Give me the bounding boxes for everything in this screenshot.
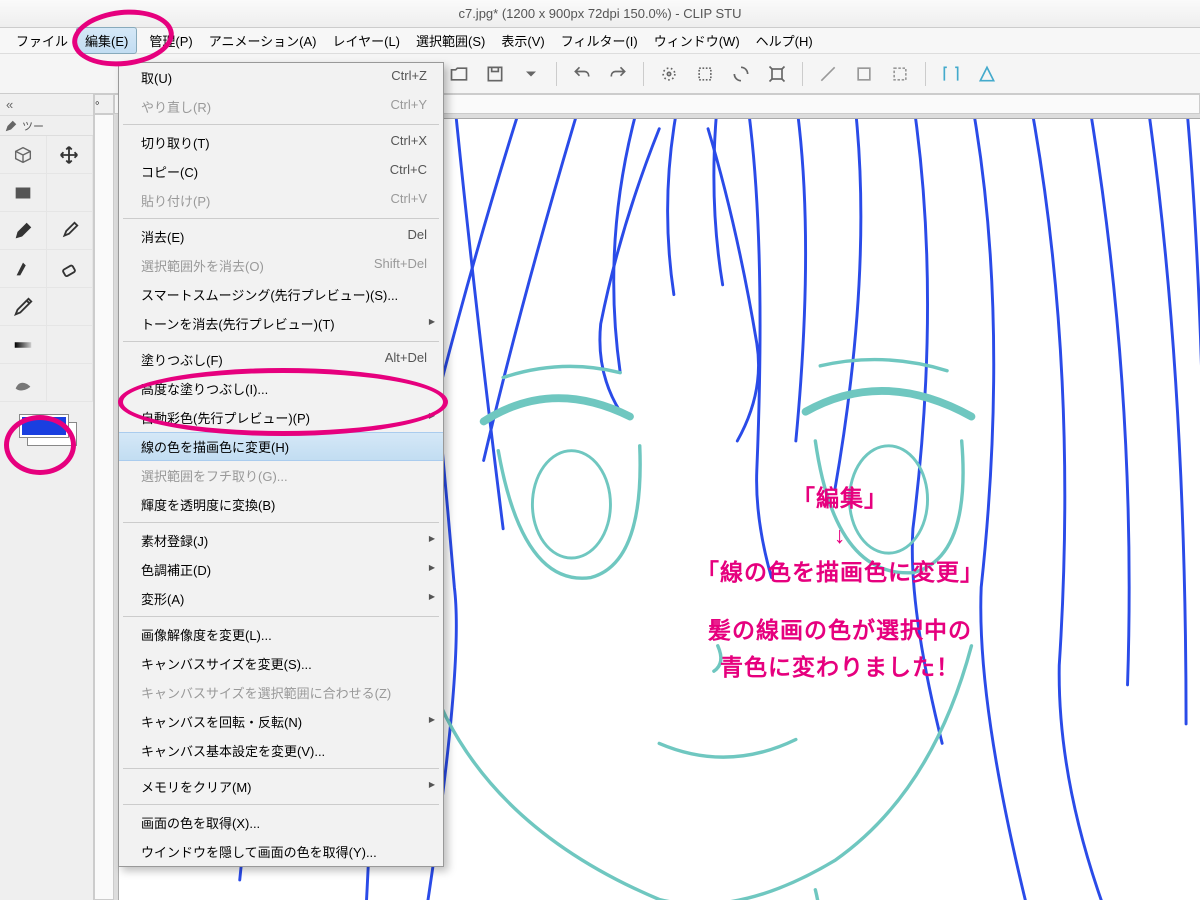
menu-paste[interactable]: 貼り付け(P)Ctrl+V xyxy=(119,186,443,215)
menu-rotate-flip[interactable]: キャンバスを回転・反転(N) xyxy=(119,707,443,736)
tool-icon-7[interactable] xyxy=(883,59,917,89)
menu-manage[interactable]: 管理(P) xyxy=(141,28,200,53)
tool-icon-4[interactable] xyxy=(760,59,794,89)
pen-icon xyxy=(4,119,18,133)
menu-hide-get-color[interactable]: ウインドウを隠して画面の色を取得(Y)... xyxy=(119,837,443,866)
tool-icon-6[interactable] xyxy=(847,59,881,89)
open-button[interactable] xyxy=(442,59,476,89)
tool-eraser[interactable] xyxy=(47,250,94,288)
panel-collapse[interactable]: « xyxy=(0,94,93,116)
menu-clear-outside[interactable]: 選択範囲外を消去(O)Shift+Del xyxy=(119,251,443,280)
menu-transform[interactable]: 変形(A) xyxy=(119,584,443,613)
menu-auto-color[interactable]: 自動彩色(先行プレビュー)(P) xyxy=(119,403,443,432)
redo-button[interactable] xyxy=(601,59,635,89)
tool-cube[interactable] xyxy=(0,136,47,174)
menu-change-line-color[interactable]: 線の色を描画色に変更(H) xyxy=(119,432,443,461)
tool-empty2 xyxy=(47,288,94,326)
menu-brightness-opacity[interactable]: 輝度を透明度に変換(B) xyxy=(119,490,443,519)
menu-cut[interactable]: 切り取り(T)Ctrl+X xyxy=(119,128,443,157)
menu-canvas-settings[interactable]: キャンバス基本設定を変更(V)... xyxy=(119,736,443,765)
menu-fit-canvas-sel[interactable]: キャンバスサイズを選択範囲に合わせる(Z) xyxy=(119,678,443,707)
tool-icon-2[interactable] xyxy=(688,59,722,89)
tool-icon-8[interactable] xyxy=(934,59,968,89)
color-swatch[interactable] xyxy=(17,412,77,446)
tool-icon-3[interactable] xyxy=(724,59,758,89)
ruler-vertical[interactable] xyxy=(94,114,114,900)
menu-animation[interactable]: アニメーション(A) xyxy=(201,28,325,53)
tool-empty3 xyxy=(47,326,94,364)
tool-pen[interactable] xyxy=(0,212,47,250)
tool-icon-9[interactable] xyxy=(970,59,1004,89)
menu-change-res[interactable]: 画像解像度を変更(L)... xyxy=(119,620,443,649)
menu-undo[interactable]: 取(U)Ctrl+Z xyxy=(119,63,443,92)
menu-copy[interactable]: コピー(C)Ctrl+C xyxy=(119,157,443,186)
tool-move[interactable] xyxy=(47,136,94,174)
menu-filter[interactable]: フィルター(I) xyxy=(553,28,646,53)
save-button[interactable] xyxy=(478,59,512,89)
menu-help[interactable]: ヘルプ(H) xyxy=(748,28,821,53)
menu-smart-smooth[interactable]: スマートスムージング(先行プレビュー)(S)... xyxy=(119,280,443,309)
tool-brush[interactable] xyxy=(47,212,94,250)
annotation-text: 「編集」 ↓ 「線の色を描画色に変更」 髪の線画の色が選択中の 青色に変わりまし… xyxy=(560,480,1120,686)
title-text: c7.jpg* (1200 x 900px 72dpi 150.0%) - CL… xyxy=(458,6,741,21)
menu-erase-tone[interactable]: トーンを消去(先行プレビュー)(T) xyxy=(119,309,443,338)
menubar: ファイル 編集(E) 管理(P) アニメーション(A) レイヤー(L) 選択範囲… xyxy=(0,28,1200,54)
titlebar: c7.jpg* (1200 x 900px 72dpi 150.0%) - CL… xyxy=(0,0,1200,28)
menu-edit[interactable]: 編集(E) xyxy=(76,27,137,54)
menu-file[interactable]: ファイル xyxy=(8,28,76,53)
ruler-corner[interactable]: ◦ xyxy=(94,94,114,114)
menu-layer[interactable]: レイヤー(L) xyxy=(325,28,409,53)
menu-get-color[interactable]: 画面の色を取得(X)... xyxy=(119,808,443,837)
menu-clear-memory[interactable]: メモリをクリア(M) xyxy=(119,772,443,801)
menu-register-material[interactable]: 素材登録(J) xyxy=(119,526,443,555)
menu-redo[interactable]: やり直し(R)Ctrl+Y xyxy=(119,92,443,121)
menu-color-correct[interactable]: 色調補正(D) xyxy=(119,555,443,584)
tool-empty1 xyxy=(47,174,94,212)
tool-blur[interactable] xyxy=(0,364,47,402)
tool-gradient[interactable] xyxy=(0,326,47,364)
tool-icon-1[interactable] xyxy=(652,59,686,89)
menu-fill[interactable]: 塗りつぶし(F)Alt+Del xyxy=(119,345,443,374)
swatch-main[interactable] xyxy=(20,415,68,437)
dropdown-toggle[interactable] xyxy=(514,59,548,89)
undo-button[interactable] xyxy=(565,59,599,89)
menu-selection[interactable]: 選択範囲(S) xyxy=(408,28,493,53)
menu-clear[interactable]: 消去(E)Del xyxy=(119,222,443,251)
tool-tab: ツー xyxy=(0,116,93,136)
tool-marquee[interactable] xyxy=(0,174,47,212)
tool-airbrush[interactable] xyxy=(0,250,47,288)
menu-window[interactable]: ウィンドウ(W) xyxy=(646,28,748,53)
menu-view[interactable]: 表示(V) xyxy=(493,28,552,53)
tool-panel: « ツー xyxy=(0,94,94,900)
tool-icon-5[interactable] xyxy=(811,59,845,89)
tool-empty4 xyxy=(47,364,94,402)
menu-adv-fill[interactable]: 高度な塗りつぶし(I)... xyxy=(119,374,443,403)
menu-outline-sel[interactable]: 選択範囲をフチ取り(G)... xyxy=(119,461,443,490)
tool-eyedrop[interactable] xyxy=(0,288,47,326)
menu-change-canvas[interactable]: キャンバスサイズを変更(S)... xyxy=(119,649,443,678)
edit-dropdown: 取(U)Ctrl+Z やり直し(R)Ctrl+Y 切り取り(T)Ctrl+X コ… xyxy=(118,62,444,867)
